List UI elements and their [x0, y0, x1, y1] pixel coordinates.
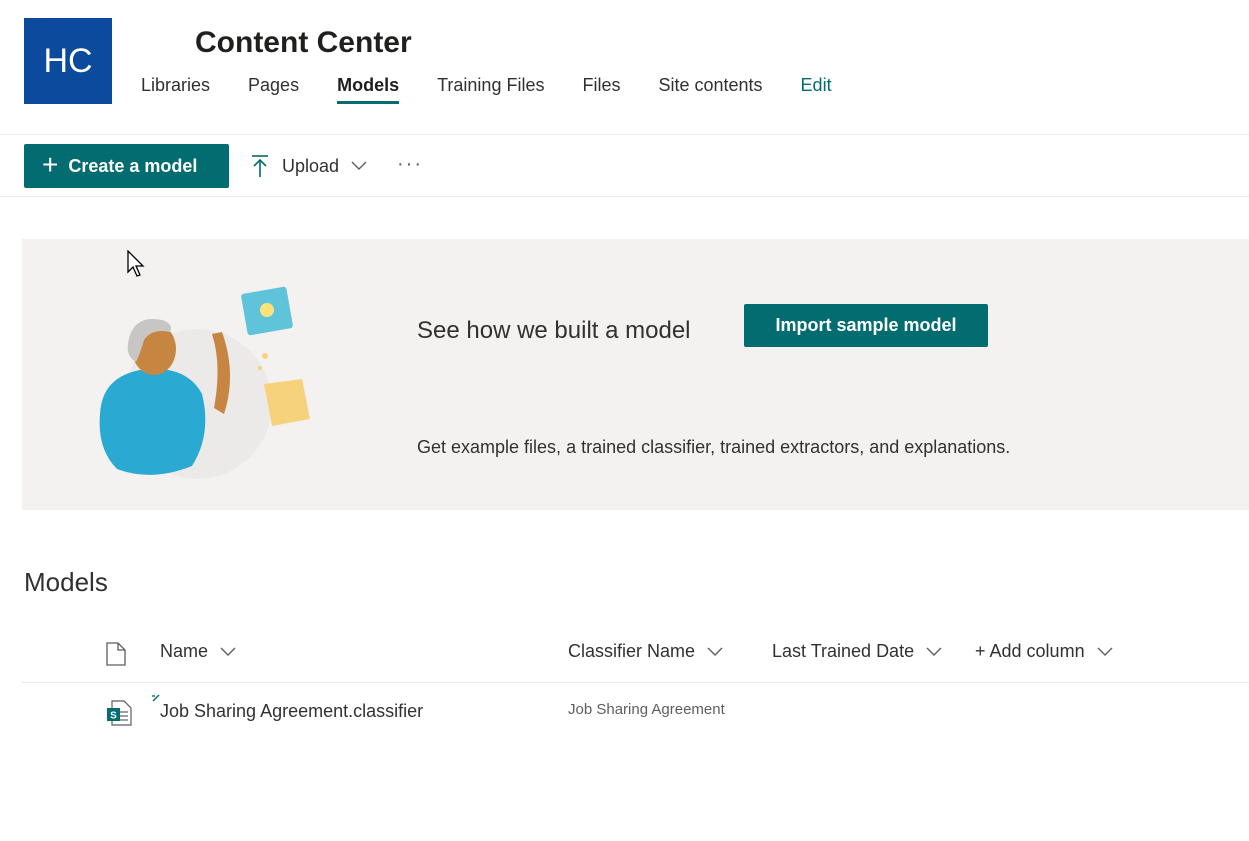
chevron-down-icon — [707, 647, 723, 656]
site-title[interactable]: Content Center — [195, 26, 412, 60]
more-icon[interactable]: ··· — [397, 150, 423, 182]
nav-training-files[interactable]: Training Files — [437, 75, 544, 104]
column-header-last-trained[interactable]: Last Trained Date — [772, 641, 942, 662]
table-header-divider — [22, 682, 1249, 683]
column-last-trained-label: Last Trained Date — [772, 641, 915, 661]
upload-icon — [252, 155, 268, 177]
nav-files[interactable]: Files — [582, 75, 620, 104]
sharepoint-file-icon: S — [107, 700, 132, 726]
create-model-button[interactable]: + Create a model — [24, 144, 229, 188]
chevron-down-icon — [1097, 647, 1113, 656]
document-icon[interactable] — [106, 642, 126, 666]
models-section-title: Models — [24, 567, 108, 597]
nav-site-contents[interactable]: Site contents — [658, 75, 762, 104]
banner-heading: See how we built a model — [417, 317, 691, 344]
site-logo[interactable]: HC — [24, 18, 112, 104]
nav-pages[interactable]: Pages — [248, 75, 299, 104]
person-illustration — [99, 286, 310, 479]
upload-button[interactable]: Upload — [250, 150, 379, 182]
svg-text:S: S — [110, 711, 117, 722]
command-bar-divider — [0, 196, 1249, 197]
nav-models[interactable]: Models — [337, 75, 400, 104]
column-name-label: Name — [160, 641, 209, 661]
upload-label: Upload — [282, 155, 340, 176]
model-classifier-name: Job Sharing Agreement — [568, 701, 725, 718]
nav-edit-link[interactable]: Edit — [801, 75, 832, 104]
import-sample-model-button[interactable]: Import sample model — [744, 304, 988, 347]
add-column-label: + Add column — [975, 641, 1085, 661]
mouse-cursor-icon — [127, 250, 145, 277]
chevron-down-icon — [220, 647, 236, 656]
sample-model-banner: See how we built a model Import sample m… — [22, 239, 1249, 510]
model-name-link[interactable]: Job Sharing Agreement.classifier — [160, 701, 423, 722]
header-divider — [0, 134, 1249, 135]
add-column-button[interactable]: + Add column — [975, 641, 1113, 662]
plus-icon: + — [42, 148, 59, 180]
chevron-down-icon — [926, 647, 942, 656]
site-navigation: Libraries Pages Models Training Files Fi… — [141, 75, 870, 104]
column-header-name[interactable]: Name — [160, 641, 236, 662]
banner-description: Get example files, a trained classifier,… — [417, 437, 1011, 457]
nav-libraries[interactable]: Libraries — [141, 75, 210, 104]
create-model-label: Create a model — [68, 155, 198, 176]
chevron-down-icon — [351, 161, 367, 170]
column-header-classifier[interactable]: Classifier Name — [568, 641, 723, 662]
column-classifier-label: Classifier Name — [568, 641, 696, 661]
